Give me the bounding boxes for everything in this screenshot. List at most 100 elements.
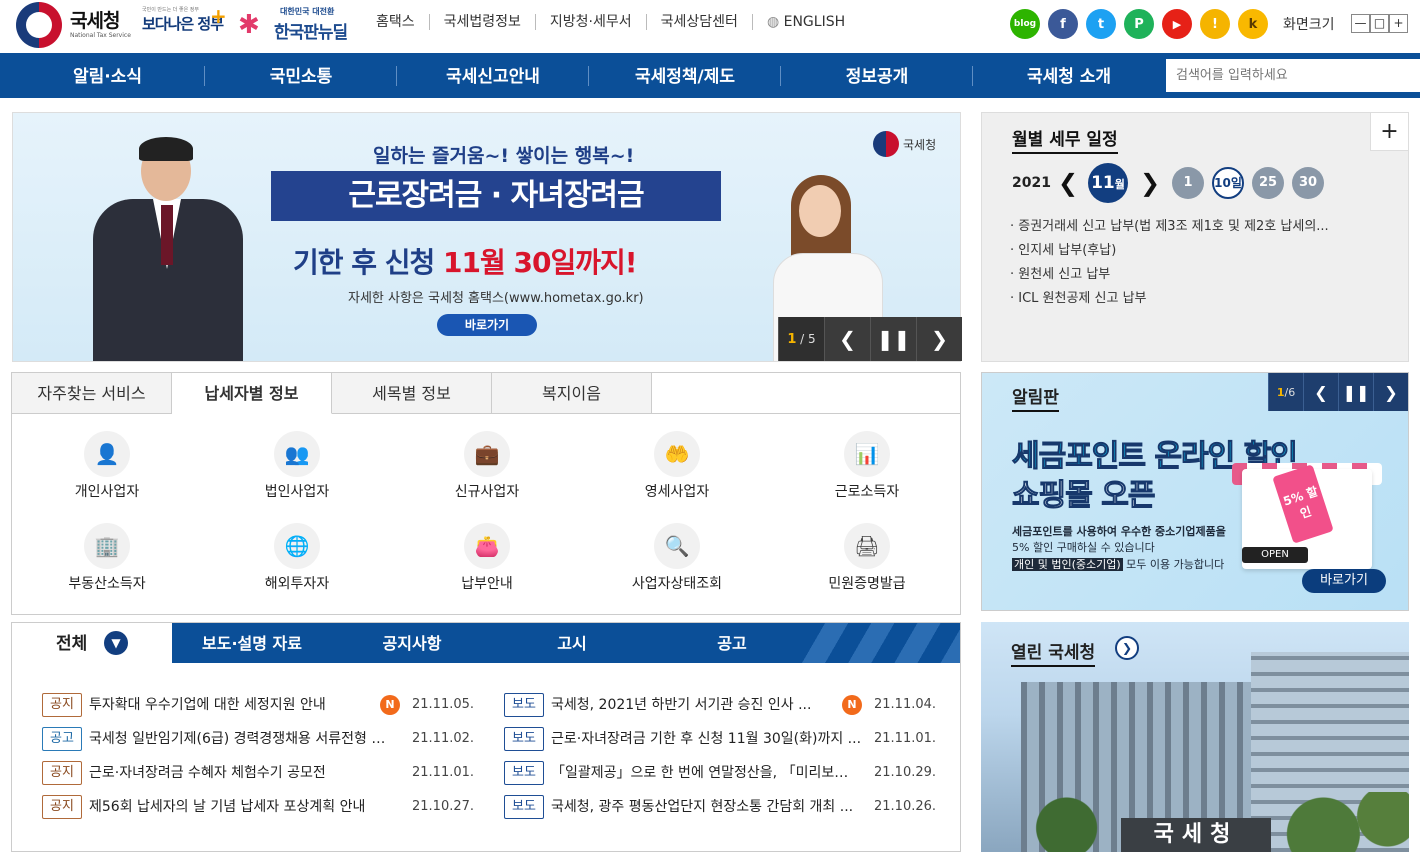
link-law-info[interactable]: 국세법령정보 [430,14,536,30]
service-new-business[interactable]: 💼 신규사업자 [392,431,582,501]
youtube-icon[interactable]: ▶ [1162,9,1192,39]
news-title: 국세청 일반임기제(6급) 경력경쟁채용 서류전형 합격자 발표 [89,731,389,747]
schedule-item[interactable]: · ICL 원천공제 신고 납부 [1010,287,1329,311]
link-english[interactable]: ◍ ENGLISH [753,14,859,30]
service-business-status[interactable]: 🔍 사업자상태조회 [582,523,772,593]
monthly-tax-schedule: 월별 세무 일정 + 2021 ❮ 11월 ❯ 1 10일 25 30 · 증권… [981,112,1409,362]
man-illustration [83,137,283,361]
link-counsel[interactable]: 국세상담센터 [647,14,753,30]
service-payment-guide[interactable]: 👛 납부안내 [392,523,582,593]
logo-title: 국세청 [70,10,120,32]
category-badge: 공고 [42,727,82,751]
tab-tax-item-info[interactable]: 세목별 정보 [332,373,492,414]
list-item[interactable]: 보도 근로·자녀장려금 기한 후 신청 11월 30일(화)까지 ... 21.11… [504,727,944,761]
day-button[interactable]: 1 [1172,167,1204,199]
open-nts-panel[interactable]: 국세청 열린 국세청 ❯ [981,622,1409,852]
newdeal-logo[interactable]: ✱ 대한민국 대전환 한국판뉴딜 [238,4,356,44]
blog-icon[interactable]: blog [1010,9,1040,39]
next-arrow-icon[interactable]: ❯ [916,317,962,361]
prev-arrow-icon[interactable]: ❮ [824,317,870,361]
service-wage-earner[interactable]: 📊 근로소득자 [772,431,962,501]
service-corporate-business[interactable]: 👥 법인사업자 [202,431,392,501]
list-item[interactable]: 보도 국세청, 광주 평동산업단지 현장소통 간담회 개최 ... 21.10.26… [504,795,944,829]
day-button[interactable]: 30 [1292,167,1324,199]
nav-item-tax-filing[interactable]: 국세신고안내 [397,53,589,98]
twitter-icon[interactable]: t [1086,9,1116,39]
prev-month-icon[interactable]: ❮ [1058,169,1078,197]
banner-go-button[interactable]: 바로가기 [437,314,537,336]
tab-announcements[interactable]: 고시 [492,623,652,663]
tab-welfare[interactable]: 복지이음 [492,373,652,414]
plus-icon: + [210,4,227,28]
logo-subtitle: National Tax Service [70,32,131,39]
link-offices[interactable]: 지방청·세무서 [536,14,647,30]
talk-icon[interactable]: ! [1200,9,1230,39]
building-sign: 국세청 [1121,818,1271,852]
category-badge: 공지 [42,795,82,819]
star-icon: ✱ [238,10,260,40]
list-item[interactable]: 공지 투자확대 우수기업에 대한 세정지원 안내 N 21.11.05. [42,693,482,727]
service-individual-business[interactable]: 👤 개인사업자 [12,431,202,501]
list-item[interactable]: 공지 근로·자녀장려금 수혜자 체험수기 공모전 21.11.01. [42,761,482,795]
schedule-title: 월별 세무 일정 [1012,125,1118,154]
nav-item-communication[interactable]: 국민소통 [205,53,397,98]
nav-item-about[interactable]: 국세청 소개 [973,53,1165,98]
tab-all[interactable]: 전체 ▼ [12,623,172,663]
search-input[interactable] [1166,59,1420,92]
news-date: 21.11.01. [412,765,475,780]
nav-item-notice[interactable]: 알림·소식 [10,53,205,98]
schedule-more-button[interactable]: + [1370,113,1408,151]
list-item[interactable]: 보도 「일괄제공」으로 한 번에 연말정산을, 「미리보기」 ... 21.10.2… [504,761,944,795]
font-increase-button[interactable]: + [1389,14,1408,33]
nav-item-disclosure[interactable]: 정보공개 [781,53,973,98]
tab-press[interactable]: 보도·설명 자료 [172,623,332,663]
chevron-right-icon[interactable]: ❯ [1115,636,1139,660]
notice-go-button[interactable]: 바로가기 [1302,569,1386,593]
day-button[interactable]: 25 [1252,167,1284,199]
next-month-icon[interactable]: ❯ [1140,169,1160,197]
link-hometax[interactable]: 홈택스 [376,14,430,30]
facebook-icon[interactable]: f [1048,9,1078,39]
list-item[interactable]: 공지 제56회 납세자의 날 기념 납세자 포상계획 안내 21.10.27. [42,795,482,829]
next-arrow-icon[interactable]: ❯ [1373,373,1408,411]
news-title: 국세청, 2021년 하반기 서기관 승진 인사 ... [551,697,812,713]
schedule-item[interactable]: · 원천세 신고 납부 [1010,263,1329,287]
banner-logo: 국세청 [873,131,936,157]
font-decrease-button[interactable]: — [1351,14,1370,33]
day-button-selected[interactable]: 10일 [1212,167,1244,199]
list-item[interactable]: 보도 국세청, 2021년 하반기 서기관 승진 인사 ... N 21.11.04. [504,693,944,727]
service-certificate[interactable]: 🖨 민원증명발급 [772,523,962,593]
post-icon[interactable]: P [1124,9,1154,39]
service-foreign-investor[interactable]: 🌐 해외투자자 [202,523,392,593]
chevron-down-icon[interactable]: ▼ [104,631,128,655]
notice-board[interactable]: 알림판 1/6 ❮ ❚❚ ❯ 세금포인트 온라인 할인 쇼핑몰 오픈 5% 할인… [981,372,1409,611]
tab-frequent-services[interactable]: 자주찾는 서비스 [12,373,172,414]
service-small-business[interactable]: 🤲 영세사업자 [582,431,772,501]
schedule-year: 2021 [1012,175,1051,191]
font-reset-button[interactable]: □ [1370,14,1389,33]
pause-icon[interactable]: ❚❚ [1338,373,1373,411]
top-links: 홈택스 국세법령정보 지방청·세무서 국세상담센터 ◍ ENGLISH [376,14,859,30]
tab-taxpayer-info[interactable]: 납세자별 정보 [172,373,332,414]
nav-item-policy[interactable]: 국세정책/제도 [589,53,781,98]
gov-logo[interactable]: 국민이 만드는 더 좋은 정부 보다나은 정부 + [142,4,232,42]
nts-logo[interactable]: 국세청 National Tax Service [16,2,136,48]
wallet-icon: 👛 [464,523,510,569]
list-item[interactable]: 공고 국세청 일반임기제(6급) 경력경쟁채용 서류전형 합격자 발표 21.11.… [42,727,482,761]
notice-desc: 5% 할인 구매하실 수 있습니다 [1012,541,1155,554]
pause-icon[interactable]: ❚❚ [870,317,916,361]
banner-title: 근로장려금 · 자녀장려금 [271,171,721,221]
tab-notices[interactable]: 공지사항 [332,623,492,663]
news-date: 21.10.29. [874,765,937,780]
service-real-estate[interactable]: 🏢 부동산소득자 [12,523,202,593]
banner-deadline: 기한 후 신청 11월 30일까지! [293,246,638,279]
schedule-item[interactable]: · 인지세 납부(후납) [1010,239,1329,263]
category-badge: 공지 [42,693,82,717]
prev-arrow-icon[interactable]: ❮ [1303,373,1338,411]
tab-public-notices[interactable]: 공고 [652,623,812,663]
news-title: 투자확대 우수기업에 대한 세정지원 안내 [89,697,326,713]
kakao-icon[interactable]: k [1238,9,1268,39]
group-icon: 👥 [274,431,320,477]
schedule-item[interactable]: · 증권거래세 신고 납부(법 제3조 제1호 및 제2호 납세의... [1010,215,1329,239]
banner-subtitle: 일하는 즐거움~! 쌓이는 행복~! [373,145,635,167]
